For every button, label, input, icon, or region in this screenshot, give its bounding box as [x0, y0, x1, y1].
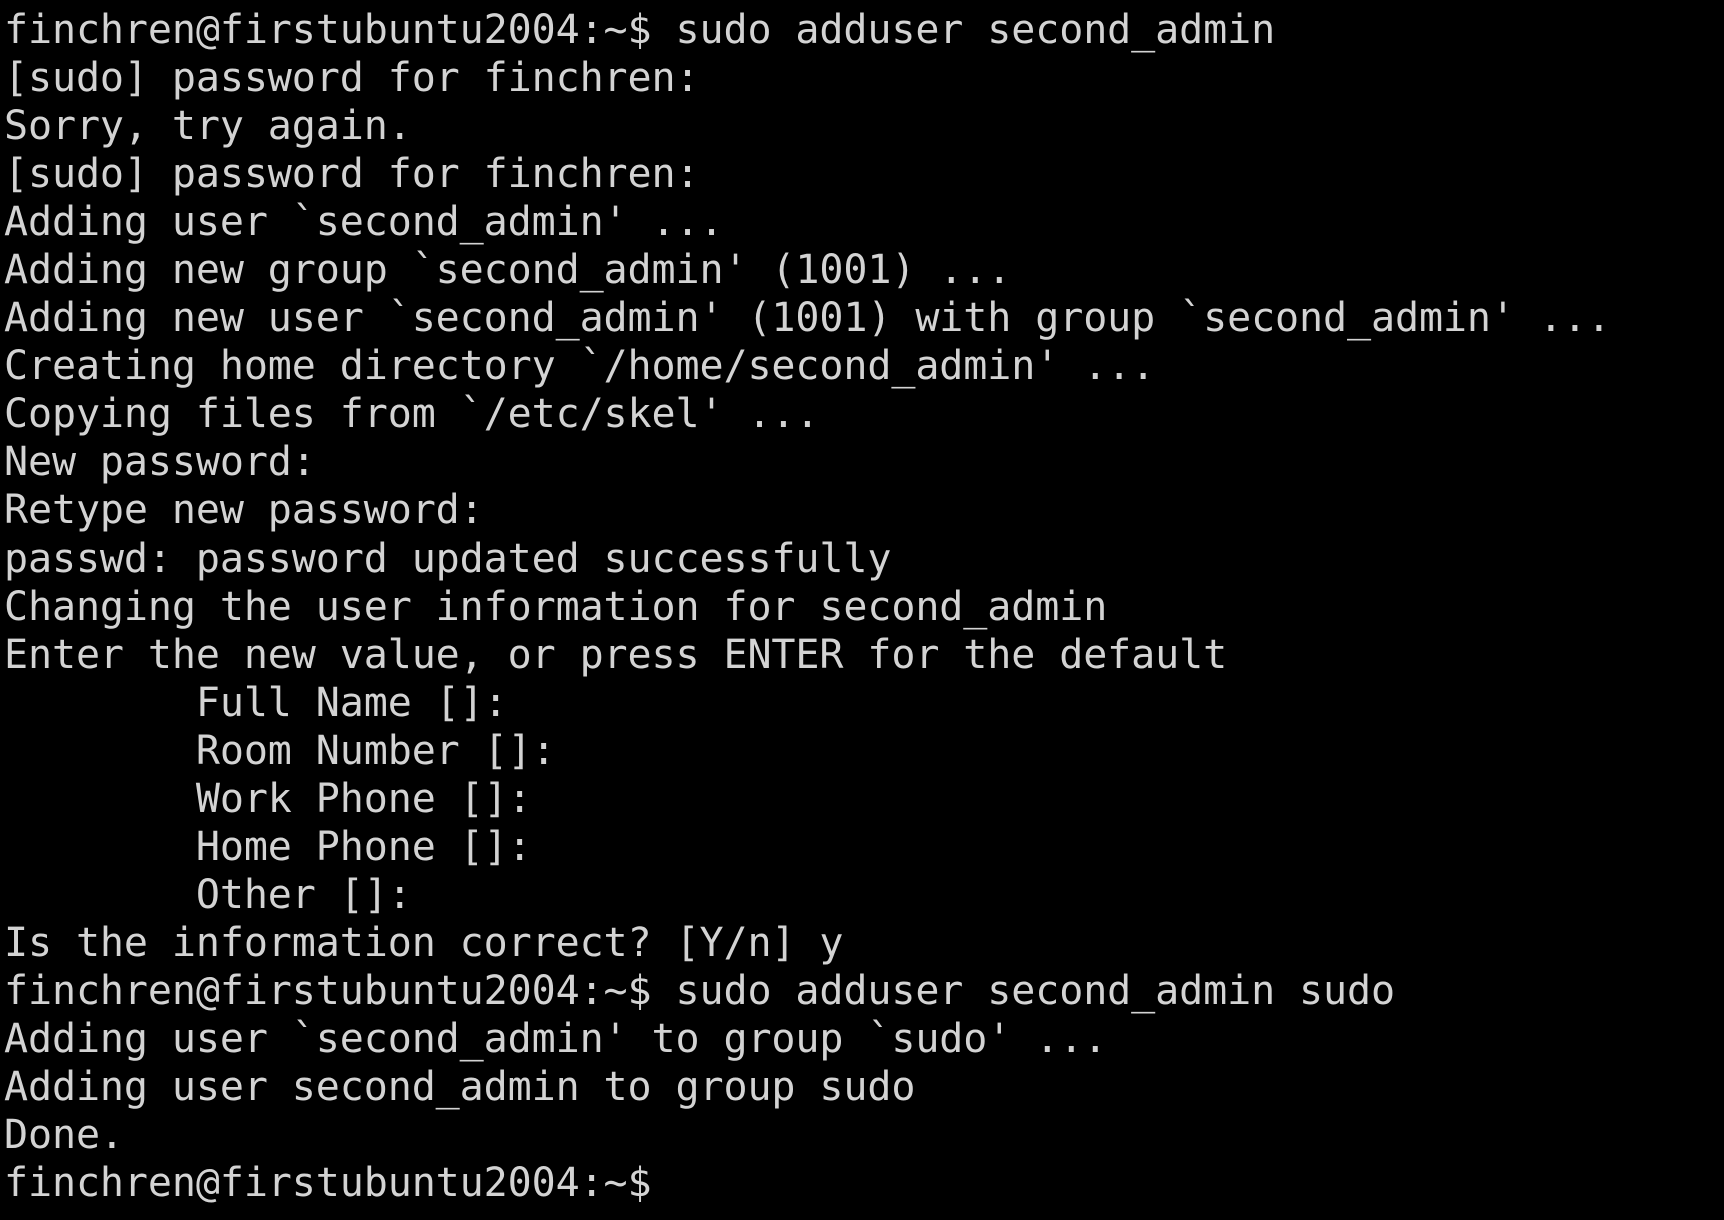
terminal-line: Adding new user `second_admin' (1001) wi… — [4, 295, 1611, 342]
terminal-line: Adding user `second_admin' ... — [4, 199, 724, 246]
terminal-line: Full Name []: — [4, 679, 508, 726]
terminal-line: Creating home directory `/home/second_ad… — [4, 343, 1156, 390]
terminal-line: Room Number []: — [4, 727, 556, 774]
terminal-line: Done. — [4, 1112, 124, 1159]
terminal-window[interactable]: finchren@firstubuntu2004:~$ sudo adduser… — [0, 0, 1724, 1220]
terminal-line: [sudo] password for finchren: — [4, 151, 700, 198]
terminal-line: Work Phone []: — [4, 775, 532, 822]
terminal-line: Adding user `second_admin' to group `sud… — [4, 1015, 1108, 1062]
terminal-line: New password: — [4, 439, 316, 486]
terminal-line: Changing the user information for second… — [4, 583, 1108, 630]
terminal-line: Adding user second_admin to group sudo — [4, 1064, 916, 1111]
terminal-line: Sorry, try again. — [4, 103, 412, 150]
terminal-line: finchren@firstubuntu2004:~$ sudo adduser… — [4, 7, 1276, 53]
terminal-line: Other []: — [4, 871, 412, 918]
shell-prompt: finchren@firstubuntu2004:~$ — [4, 1160, 652, 1207]
terminal-line: finchren@firstubuntu2004:~$ sudo adduser… — [4, 967, 1395, 1014]
terminal-line: passwd: password updated successfully — [4, 535, 892, 582]
terminal-prompt-line[interactable]: finchren@firstubuntu2004:~$ — [4, 1159, 1724, 1207]
terminal-line: Adding new group `second_admin' (1001) .… — [4, 247, 1012, 294]
terminal-line: Enter the new value, or press ENTER for … — [4, 631, 1228, 678]
terminal-line: Is the information correct? [Y/n] y — [4, 919, 844, 966]
terminal-line: Retype new password: — [4, 487, 484, 534]
terminal-line: Home Phone []: — [4, 823, 532, 870]
terminal-line: [sudo] password for finchren: — [4, 55, 700, 102]
terminal-line: Copying files from `/etc/skel' ... — [4, 391, 820, 438]
